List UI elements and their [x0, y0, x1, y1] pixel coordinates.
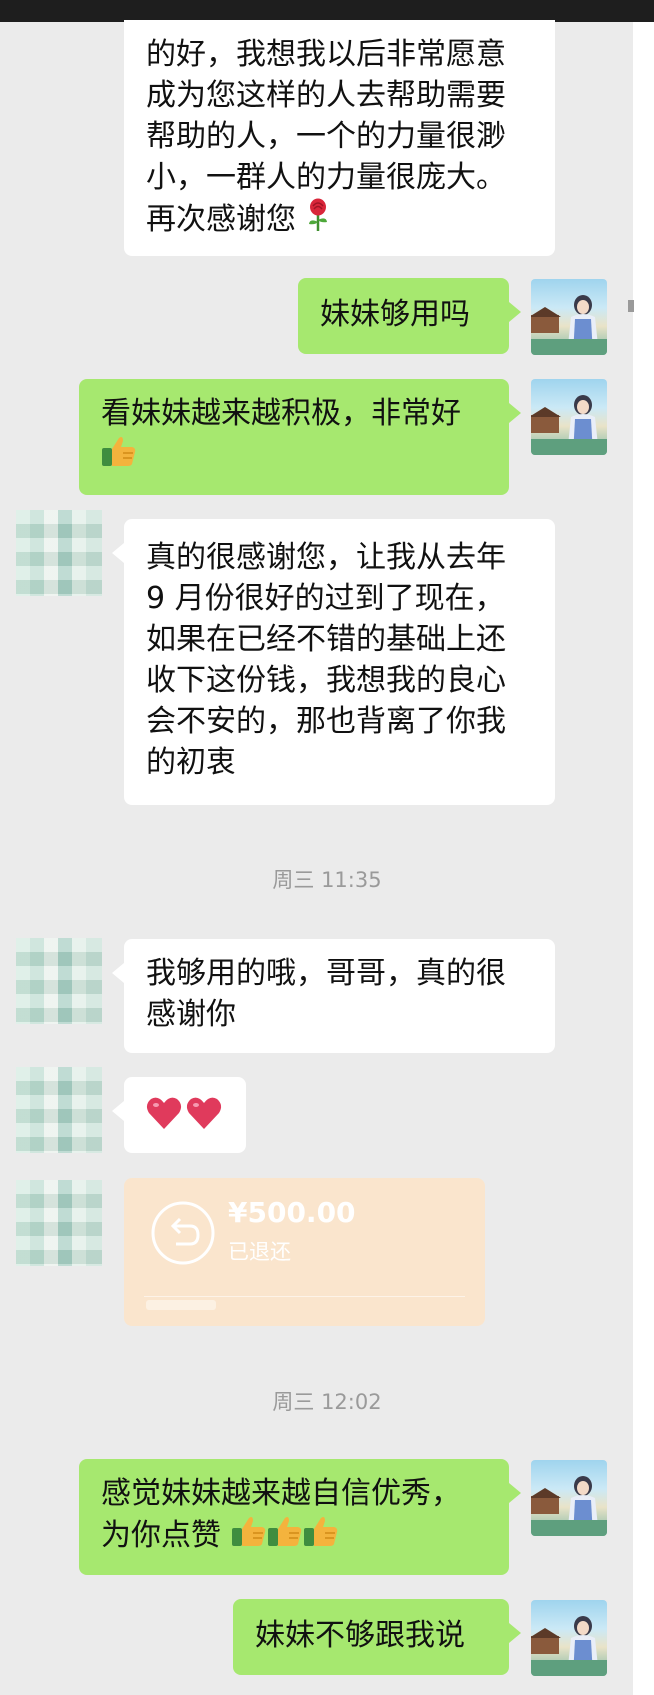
- message-line: 再次感谢您: [146, 202, 296, 237]
- message-line: 感谢你: [146, 997, 236, 1032]
- contact-avatar-blurred[interactable]: [16, 938, 102, 1024]
- message-bubble-incoming[interactable]: 真的很感谢您，让我从去年 9 月份很好的过到了现在， 如果在已经不错的基础上还 …: [112, 519, 555, 805]
- contact-avatar-blurred[interactable]: [16, 1067, 102, 1153]
- message-line: 妹妹够用吗: [320, 297, 470, 332]
- message-bubble-outgoing[interactable]: 看妹妹越来越积极，非常好: [79, 379, 521, 495]
- my-avatar[interactable]: [531, 379, 607, 455]
- transfer-card[interactable]: ¥500.00 已退还: [124, 1178, 485, 1326]
- message-line: 看妹妹越来越积极，非常好: [101, 396, 461, 431]
- contact-avatar-blurred[interactable]: [16, 1180, 102, 1266]
- message-line: 9 月份很好的过到了现在，: [146, 581, 505, 616]
- message-line: 的初衷: [146, 745, 236, 780]
- scroll-indicator[interactable]: [628, 300, 634, 312]
- contact-avatar-blurred[interactable]: [16, 510, 102, 596]
- thumbs-up-emoji-icon: [267, 1514, 303, 1559]
- transfer-footer-blurred: [146, 1300, 216, 1310]
- message-bubble-outgoing[interactable]: 妹妹不够跟我说: [233, 1599, 521, 1675]
- my-avatar[interactable]: [531, 279, 607, 355]
- thumbs-up-emoji-icon: [231, 1514, 267, 1559]
- message-line: 感觉妹妹越来越自信优秀，: [101, 1476, 461, 1511]
- message-bubble-incoming[interactable]: 我够用的哦，哥哥，真的很 感谢你: [112, 939, 555, 1053]
- message-line: 收下这份钱，我想我的良心: [146, 663, 506, 698]
- message-line: 小，一群人的力量很庞大。: [146, 160, 506, 195]
- timestamp: 周三 11:35: [272, 868, 382, 892]
- message-line: 我够用的哦，哥哥，真的很: [146, 956, 506, 991]
- top-bar: [0, 0, 654, 22]
- two-hearts-emoji-icon: [146, 1095, 224, 1142]
- right-edge: [633, 22, 654, 1695]
- thumbs-up-emoji-icon: [303, 1514, 339, 1559]
- message-bubble-outgoing[interactable]: 妹妹够用吗: [298, 278, 521, 354]
- message-line: 妹妹不够跟我说: [255, 1618, 465, 1653]
- message-line: 帮助的人，一个的力量很渺: [146, 119, 506, 154]
- rose-emoji-icon: [306, 198, 330, 243]
- message-line: 会不安的，那也背离了你我: [146, 704, 506, 739]
- my-avatar[interactable]: [531, 1460, 607, 1536]
- message-bubble-incoming[interactable]: 的好，我想我以后非常愿意 成为您这样的人去帮助需要 帮助的人，一个的力量很渺 小…: [124, 20, 555, 256]
- transfer-amount: ¥500.00: [228, 1196, 356, 1229]
- message-line: 成为您这样的人去帮助需要: [146, 78, 506, 113]
- transfer-divider: [144, 1296, 465, 1297]
- message-line: 为你点赞: [101, 1518, 221, 1553]
- message-line: 如果在已经不错的基础上还: [146, 622, 506, 657]
- timestamp: 周三 12:02: [272, 1390, 382, 1414]
- my-avatar[interactable]: [531, 1600, 607, 1676]
- thumbs-up-emoji-icon: [101, 434, 137, 479]
- message-line: 真的很感谢您，让我从去年: [146, 540, 506, 575]
- transfer-status: 已退还: [228, 1240, 291, 1264]
- message-bubble-outgoing[interactable]: 感觉妹妹越来越自信优秀， 为你点赞: [79, 1459, 521, 1575]
- message-bubble-incoming[interactable]: [112, 1077, 246, 1153]
- message-line: 的好，我想我以后非常愿意: [146, 37, 506, 72]
- return-icon: [150, 1200, 216, 1270]
